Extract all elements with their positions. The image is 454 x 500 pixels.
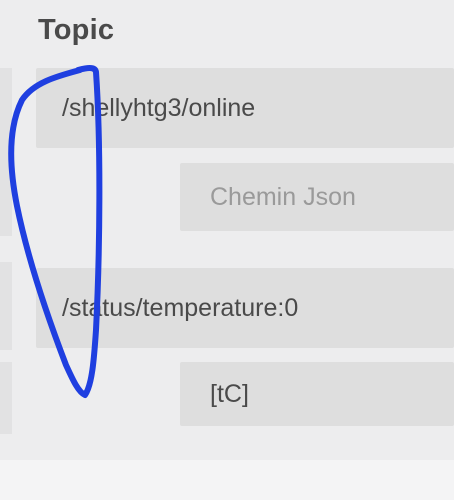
topic-config-panel: Topic /shellyhtg3/online Chemin Json /st…: [0, 0, 454, 500]
left-panel-edge: [0, 362, 12, 434]
topic-column-header: Topic: [38, 14, 115, 46]
topic-input-value: /status/temperature:0: [62, 293, 299, 322]
json-path-input[interactable]: [tC]: [180, 362, 454, 426]
left-panel-edge: [0, 68, 12, 236]
json-path-value: [tC]: [210, 379, 249, 408]
left-panel-edge: [0, 262, 12, 350]
json-path-placeholder: Chemin Json: [210, 182, 356, 211]
bottom-band: [0, 460, 454, 500]
topic-input[interactable]: /shellyhtg3/online: [36, 68, 454, 148]
topic-input-value: /shellyhtg3/online: [62, 93, 256, 122]
json-path-input[interactable]: Chemin Json: [180, 163, 454, 231]
topic-input[interactable]: /status/temperature:0: [36, 268, 454, 348]
